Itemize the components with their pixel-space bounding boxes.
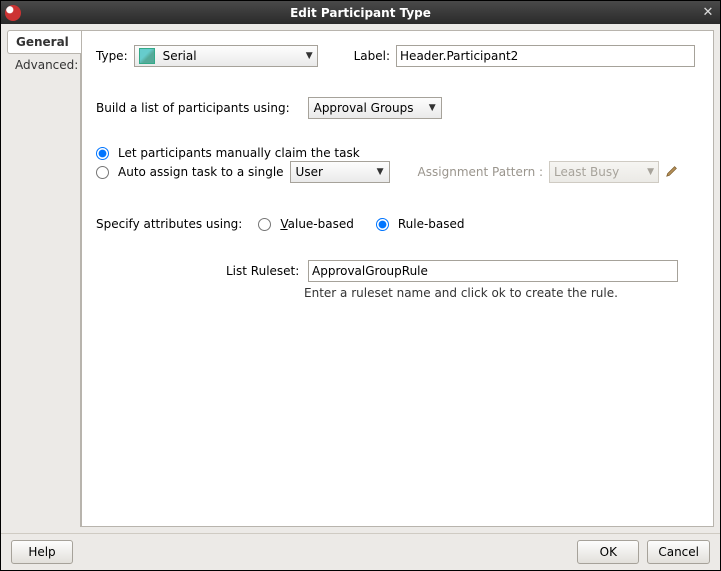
ruleset-input[interactable] [308, 260, 678, 282]
ruleset-hint: Enter a ruleset name and click ok to cre… [304, 286, 695, 300]
title-bar: Edit Participant Type ✕ [1, 1, 720, 24]
close-icon[interactable]: ✕ [700, 5, 716, 21]
type-label: Type: [96, 49, 128, 63]
build-list-select[interactable]: Approval Groups ▼ [308, 97, 442, 119]
chevron-down-icon: ▼ [429, 103, 436, 113]
claim-radio-label: Let participants manually claim the task [118, 146, 360, 160]
tab-general[interactable]: General [7, 30, 81, 54]
claim-radio[interactable] [96, 147, 109, 160]
assignment-radios: Let participants manually claim the task… [96, 145, 695, 184]
dialog-footer: Help OK Cancel [1, 533, 720, 570]
auto-radio[interactable] [96, 166, 109, 179]
window-title: Edit Participant Type [21, 6, 700, 20]
assignment-pattern-label: Assignment Pattern : [418, 165, 544, 179]
chevron-down-icon: ▼ [306, 51, 313, 61]
chevron-down-icon: ▼ [647, 167, 654, 177]
ruleset-block: List Ruleset: Enter a ruleset name and c… [226, 260, 695, 300]
label-input[interactable] [396, 45, 695, 67]
serial-type-icon [139, 48, 155, 64]
rule-based-label: Rule-based [398, 217, 465, 231]
ruleset-label: List Ruleset: [226, 264, 296, 278]
value-based-label: Value-based [280, 217, 354, 231]
auto-option-row[interactable]: Auto assign task to a single User ▼ Assi… [96, 161, 695, 183]
general-panel: Type: Serial ▼ Label: Build a list of pa… [81, 30, 714, 527]
type-label-row: Type: Serial ▼ Label: [96, 45, 695, 67]
app-icon [5, 5, 21, 21]
dialog-content: General Advanced: Type: Serial ▼ Label: … [1, 24, 720, 533]
value-based-option[interactable]: Value-based [258, 217, 354, 231]
build-list-row: Build a list of participants using: Appr… [96, 97, 695, 119]
type-select-value: Serial [163, 49, 197, 63]
help-button[interactable]: Help [11, 540, 73, 564]
auto-target-value: User [296, 165, 323, 179]
rule-based-option[interactable]: Rule-based [376, 217, 465, 231]
build-list-value: Approval Groups [314, 101, 414, 115]
specify-attributes-row: Specify attributes using: Value-based Ru… [96, 216, 695, 232]
assignment-pattern-value: Least Busy [554, 165, 619, 179]
build-list-label: Build a list of participants using: [96, 101, 290, 115]
auto-radio-label: Auto assign task to a single [118, 165, 284, 179]
assignment-pattern-select: Least Busy ▼ [549, 161, 659, 183]
ok-button[interactable]: OK [577, 540, 639, 564]
value-based-radio[interactable] [258, 218, 271, 231]
type-select[interactable]: Serial ▼ [134, 45, 318, 67]
label-label: Label: [354, 49, 390, 63]
sidebar: General Advanced: [7, 30, 81, 527]
tab-advanced[interactable]: Advanced: [7, 54, 80, 76]
cancel-button[interactable]: Cancel [647, 540, 710, 564]
claim-option-row[interactable]: Let participants manually claim the task [96, 146, 695, 160]
chevron-down-icon: ▼ [377, 167, 384, 177]
auto-target-select[interactable]: User ▼ [290, 161, 390, 183]
specify-attributes-label: Specify attributes using: [96, 217, 242, 231]
rule-based-radio[interactable] [376, 218, 389, 231]
pencil-icon[interactable] [665, 164, 679, 181]
